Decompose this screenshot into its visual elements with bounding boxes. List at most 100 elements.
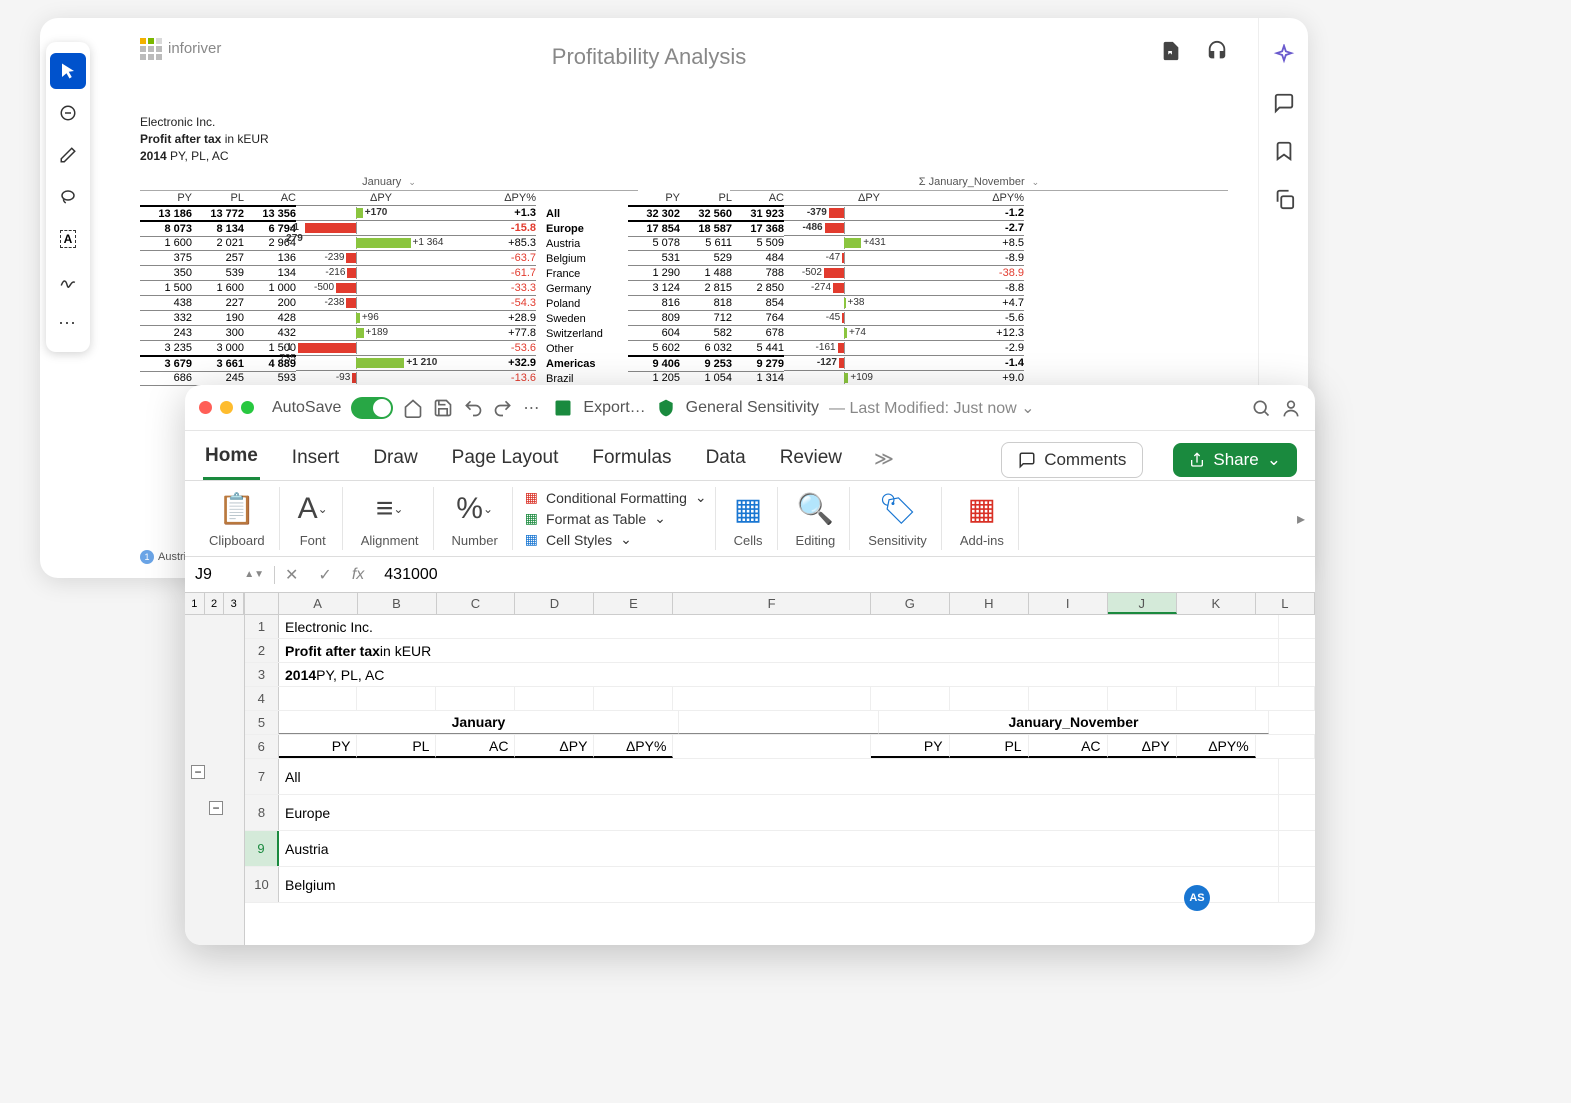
lasso-tool[interactable] <box>50 179 86 215</box>
shield-icon <box>656 398 676 418</box>
outline-level-3[interactable]: 3 <box>224 593 244 614</box>
account-icon[interactable] <box>1281 398 1301 418</box>
col-header-L[interactable]: L <box>1256 593 1315 614</box>
col-header-J[interactable]: J <box>1108 593 1177 614</box>
autosave-label: AutoSave <box>272 399 341 417</box>
tab-page-layout[interactable]: Page Layout <box>450 441 561 479</box>
sensitivity-label[interactable]: General Sensitivity <box>686 399 819 417</box>
more-icon[interactable]: ⋯ <box>523 398 543 418</box>
name-box[interactable]: J9▲▼ <box>185 566 275 584</box>
cancel-formula-icon[interactable]: ✕ <box>275 565 308 585</box>
comment-tool[interactable] <box>50 95 86 131</box>
window-controls[interactable] <box>199 401 254 414</box>
share-button[interactable]: Share ⌄ <box>1173 443 1297 477</box>
tab-insert[interactable]: Insert <box>290 441 342 479</box>
row-header-5[interactable]: 5 <box>245 711 279 734</box>
formula-value[interactable]: 431000 <box>374 566 447 584</box>
cell-styles[interactable]: ▦Cell Styles ⌄ <box>525 531 707 548</box>
col-header-G[interactable]: G <box>871 593 950 614</box>
outline-collapse-1[interactable]: − <box>191 765 205 779</box>
autosave-toggle[interactable] <box>351 397 393 419</box>
row-header-1[interactable]: 1 <box>245 615 279 638</box>
format-as-table[interactable]: ▦Format as Table ⌄ <box>525 510 707 527</box>
row-header-6[interactable]: 6 <box>245 735 279 758</box>
ribbon-cells[interactable]: ▦Cells <box>720 487 778 550</box>
col-header-C[interactable]: C <box>437 593 516 614</box>
comment-icon[interactable] <box>1273 92 1295 114</box>
tab-formulas[interactable]: Formulas <box>590 441 673 479</box>
sheet-row: 9Austria <box>245 831 1315 867</box>
sheet-row: 7All <box>245 759 1315 795</box>
ribbon-addins[interactable]: ▦Add-ins <box>946 487 1019 550</box>
more-tools[interactable]: ⋯ <box>50 305 86 341</box>
fx-icon[interactable]: fx <box>342 566 374 584</box>
row-header-8[interactable]: 8 <box>245 795 279 830</box>
document-search-icon[interactable] <box>1160 40 1182 62</box>
report-row: 438227200-238-54.3Poland816818854+38+4.7 <box>140 296 1228 311</box>
signature-tool[interactable] <box>50 263 86 299</box>
home-icon[interactable] <box>403 398 423 418</box>
pencil-tool[interactable] <box>50 137 86 173</box>
dashboard-left-toolbar: A ⋯ <box>46 42 90 352</box>
collaborator-avatar[interactable]: AS <box>1184 885 1210 911</box>
col-header-F[interactable]: F <box>673 593 870 614</box>
sheet-row: 8Europe <box>245 795 1315 831</box>
ribbon-alignment[interactable]: ≡ ⌄Alignment <box>347 487 434 550</box>
tab-review[interactable]: Review <box>778 441 844 479</box>
col-header-K[interactable]: K <box>1177 593 1256 614</box>
spreadsheet-grid[interactable]: ABCDEFGHIJKL 1Electronic Inc.2Profit aft… <box>245 593 1315 945</box>
more-tabs-icon[interactable]: ≫ <box>874 448 894 471</box>
row-header-3[interactable]: 3 <box>245 663 279 686</box>
row-header-9[interactable]: 9 <box>245 831 279 866</box>
conditional-formatting[interactable]: ▦Conditional Formatting ⌄ <box>525 489 707 506</box>
sheet-row: 5JanuaryJanuary_November <box>245 711 1315 735</box>
ribbon-font[interactable]: A ⌄Font <box>284 487 343 550</box>
redo-icon[interactable] <box>493 398 513 418</box>
period-ytd[interactable]: Σ January_November ⌄ <box>730 174 1228 191</box>
last-modified[interactable]: — Last Modified: Just now ⌄ <box>829 398 1035 418</box>
row-header-7[interactable]: 7 <box>245 759 279 794</box>
col-header-H[interactable]: H <box>950 593 1029 614</box>
tab-home[interactable]: Home <box>203 439 260 480</box>
sheet-row: 6PYPLACΔPYΔPY%PYPLACΔPYΔPY% <box>245 735 1315 759</box>
report-row: 375257136-239-63.7Belgium531529484-47-8.… <box>140 251 1228 266</box>
bookmark-icon[interactable] <box>1273 140 1295 162</box>
col-header-A[interactable]: A <box>279 593 358 614</box>
ribbon-number[interactable]: % ⌄Number <box>438 487 513 550</box>
ribbon-editing[interactable]: 🔍Editing <box>782 487 851 550</box>
undo-icon[interactable] <box>463 398 483 418</box>
filename[interactable]: Export… <box>583 399 645 417</box>
row-header-4[interactable]: 4 <box>245 687 279 710</box>
report-row: 1 5001 6001 000-500-33.3Germany3 1242 81… <box>140 281 1228 296</box>
row-header-2[interactable]: 2 <box>245 639 279 662</box>
report-row: 13 18613 77213 356+170+1.3All32 30232 56… <box>140 206 1228 221</box>
sparkle-icon[interactable] <box>1273 44 1295 66</box>
report-row: 332190428+96+28.9Sweden809712764-45-5.6 <box>140 311 1228 326</box>
copy-icon[interactable] <box>1273 188 1295 210</box>
headset-icon[interactable] <box>1206 40 1228 62</box>
ribbon-sensitivity[interactable]: 🏷Sensitivity <box>854 487 942 550</box>
comments-button[interactable]: Comments <box>1001 442 1143 478</box>
tab-data[interactable]: Data <box>704 441 748 479</box>
ribbon-tabs: Home Insert Draw Page Layout Formulas Data Rev… <box>185 431 1315 481</box>
sheet-row: 2Profit after tax in kEUR <box>245 639 1315 663</box>
period-january[interactable]: January ⌄ <box>140 174 638 191</box>
outline-level-2[interactable]: 2 <box>205 593 225 614</box>
cursor-tool[interactable] <box>50 53 86 89</box>
report-meta: Electronic Inc. Profit after tax in kEUR… <box>140 114 1228 164</box>
ribbon-expand-icon[interactable]: ▸ <box>1297 487 1305 550</box>
outline-collapse-2[interactable]: − <box>209 801 223 815</box>
col-header-B[interactable]: B <box>358 593 437 614</box>
col-header-E[interactable]: E <box>594 593 673 614</box>
text-tool[interactable]: A <box>50 221 86 257</box>
col-header-D[interactable]: D <box>515 593 594 614</box>
ribbon-clipboard[interactable]: 📋Clipboard <box>195 487 280 550</box>
outline-level-1[interactable]: 1 <box>185 593 205 614</box>
sheet-row: 4 <box>245 687 1315 711</box>
col-header-I[interactable]: I <box>1029 593 1108 614</box>
tab-draw[interactable]: Draw <box>371 441 419 479</box>
search-icon[interactable] <box>1251 398 1271 418</box>
accept-formula-icon[interactable]: ✓ <box>308 565 341 585</box>
row-header-10[interactable]: 10 <box>245 867 279 902</box>
save-icon[interactable] <box>433 398 453 418</box>
